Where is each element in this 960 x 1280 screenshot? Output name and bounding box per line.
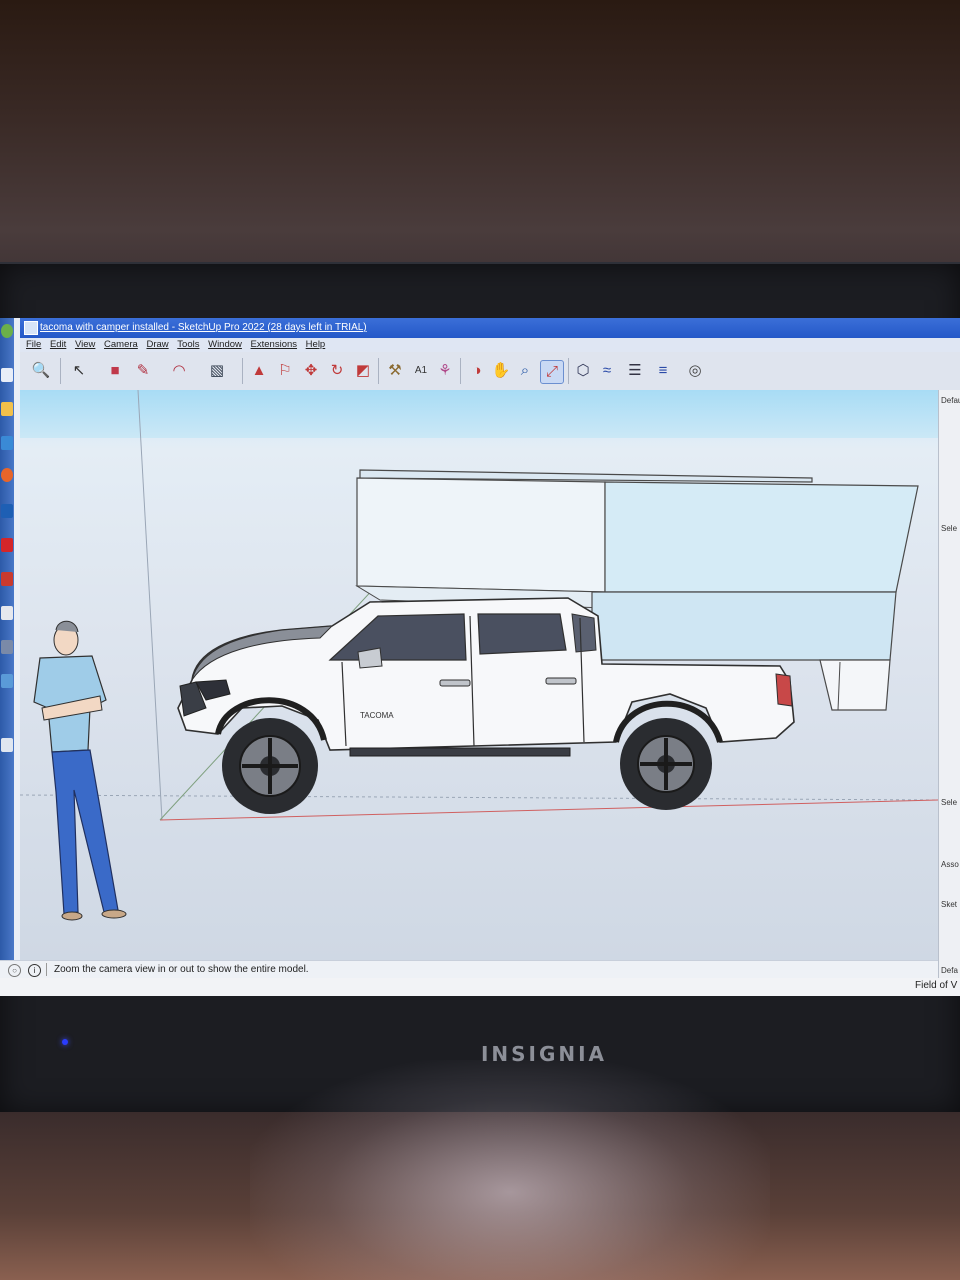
- status-message: Zoom the camera view in or out to show t…: [54, 964, 309, 975]
- scale-figure-person: [33, 620, 127, 921]
- menu-camera[interactable]: Camera: [104, 338, 138, 352]
- tray-label-assoc[interactable]: Asso: [941, 860, 959, 869]
- menu-extensions[interactable]: Extensions: [251, 338, 297, 352]
- vehicle-badge: TACOMA: [360, 711, 394, 720]
- paint-bucket-icon[interactable]: ⚘: [434, 360, 456, 382]
- account-icon[interactable]: ◎: [684, 360, 706, 382]
- tape-measure-icon[interactable]: ⚒: [384, 360, 406, 382]
- light-glare: [250, 1060, 770, 1280]
- measurements-strip: [0, 978, 960, 996]
- menu-bar: File Edit View Camera Draw Tools Window …: [20, 338, 960, 352]
- status-separator: [46, 963, 47, 976]
- layout-icon[interactable]: ☰: [624, 360, 646, 382]
- text-icon[interactable]: A1: [410, 360, 432, 382]
- toolbar-separator: [60, 358, 61, 384]
- toolbar-separator: [242, 358, 243, 384]
- taskbar-app-icon[interactable]: [1, 738, 13, 752]
- rotate-icon[interactable]: ↻: [326, 360, 348, 382]
- orbit-icon[interactable]: ◑: [466, 360, 488, 382]
- zoom-extents-icon[interactable]: ⤢: [540, 360, 564, 384]
- taskbar-app-icon[interactable]: [1, 572, 13, 586]
- pan-icon[interactable]: ✋: [490, 360, 512, 382]
- folder-icon[interactable]: [1, 402, 13, 416]
- tray-label-select[interactable]: Sele: [941, 798, 957, 807]
- front-wheel: [222, 718, 318, 814]
- model-drawing: TACOMA: [20, 390, 938, 921]
- extension-manager-icon[interactable]: ≡: [652, 360, 674, 382]
- status-bar: ○ i Zoom the camera view in or out to sh…: [0, 960, 938, 979]
- monitor-screen: tacoma with camper installed - SketchUp …: [0, 318, 960, 996]
- toolbar-separator: [568, 358, 569, 384]
- push-pull-icon[interactable]: ▲: [248, 360, 270, 382]
- toolbar-separator: [460, 358, 461, 384]
- taskbar-app-icon[interactable]: [1, 606, 13, 620]
- move-icon[interactable]: ✥: [300, 360, 322, 382]
- extension-warehouse-icon[interactable]: ≈: [596, 360, 618, 382]
- window-title: tacoma with camper installed - SketchUp …: [40, 322, 367, 333]
- default-tray[interactable]: Default Sele Sele Asso Sket Defa: [938, 390, 960, 980]
- tray-label-sketch[interactable]: Sket: [941, 900, 957, 909]
- axis-line: [137, 390, 163, 821]
- menu-file[interactable]: File: [26, 338, 41, 352]
- rectangle-icon[interactable]: ▧: [206, 360, 228, 382]
- measurements-field-label: Field of V: [915, 980, 958, 991]
- taskbar-app-icon[interactable]: [1, 368, 13, 382]
- info-icon[interactable]: i: [28, 964, 41, 977]
- taskbar-app-icon[interactable]: [1, 436, 13, 450]
- warehouse-icon[interactable]: ⬡: [572, 360, 594, 382]
- arc-icon[interactable]: ◠: [168, 360, 190, 382]
- taskbar-app-icon[interactable]: [1, 674, 13, 688]
- menu-window[interactable]: Window: [208, 338, 242, 352]
- axis-line: [20, 794, 938, 801]
- model-viewport[interactable]: TACOMA: [20, 390, 938, 962]
- menu-edit[interactable]: Edit: [50, 338, 66, 352]
- menu-tools[interactable]: Tools: [177, 338, 199, 352]
- menu-draw[interactable]: Draw: [146, 338, 168, 352]
- menu-view[interactable]: View: [75, 338, 95, 352]
- windows-taskbar: [0, 318, 14, 996]
- rear-wheel: [620, 718, 712, 810]
- pencil-icon[interactable]: ✎: [132, 360, 154, 382]
- geolocation-icon[interactable]: ○: [8, 964, 21, 977]
- select-arrow-icon[interactable]: ↖: [68, 360, 90, 382]
- browser-icon[interactable]: [1, 468, 13, 482]
- search-icon[interactable]: 🔍: [30, 360, 52, 382]
- taskbar-app-icon[interactable]: [1, 640, 13, 654]
- menu-help[interactable]: Help: [306, 338, 326, 352]
- tray-label-select[interactable]: Sele: [941, 524, 957, 533]
- toolbar-separator: [378, 358, 379, 384]
- offset-icon[interactable]: ⚐: [274, 360, 296, 382]
- zoom-icon[interactable]: ⌕: [514, 360, 536, 382]
- sketchup-app-icon: [24, 321, 38, 335]
- start-button-icon[interactable]: [1, 324, 13, 338]
- tray-label-default: Defa: [941, 966, 958, 975]
- scale-icon[interactable]: ◩: [352, 360, 374, 382]
- eraser-icon[interactable]: ■: [104, 360, 126, 382]
- main-toolbar: 🔍 ↖ ■ ✎ ◠ ▧ ▲ ⚐ ✥ ↻ ◩ ⚒ A1 ⚘ ◑ ✋ ⌕ ⤢ ⬡ ≈…: [20, 352, 960, 391]
- taskbar-app-icon[interactable]: [1, 538, 13, 552]
- taskbar-app-icon[interactable]: [1, 504, 13, 518]
- tray-label-default: Default: [941, 396, 960, 405]
- title-bar: tacoma with camper installed - SketchUp …: [20, 318, 960, 338]
